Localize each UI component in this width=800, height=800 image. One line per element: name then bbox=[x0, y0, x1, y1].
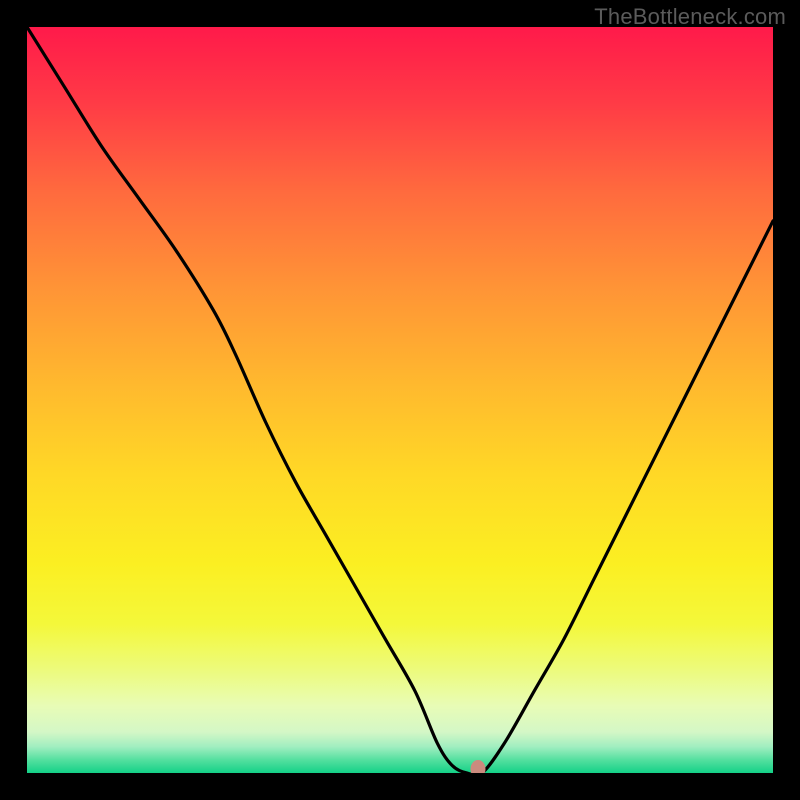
plot-area bbox=[27, 27, 773, 773]
bottleneck-curve bbox=[27, 27, 773, 773]
optimal-marker bbox=[471, 760, 486, 773]
watermark-text: TheBottleneck.com bbox=[594, 4, 786, 30]
